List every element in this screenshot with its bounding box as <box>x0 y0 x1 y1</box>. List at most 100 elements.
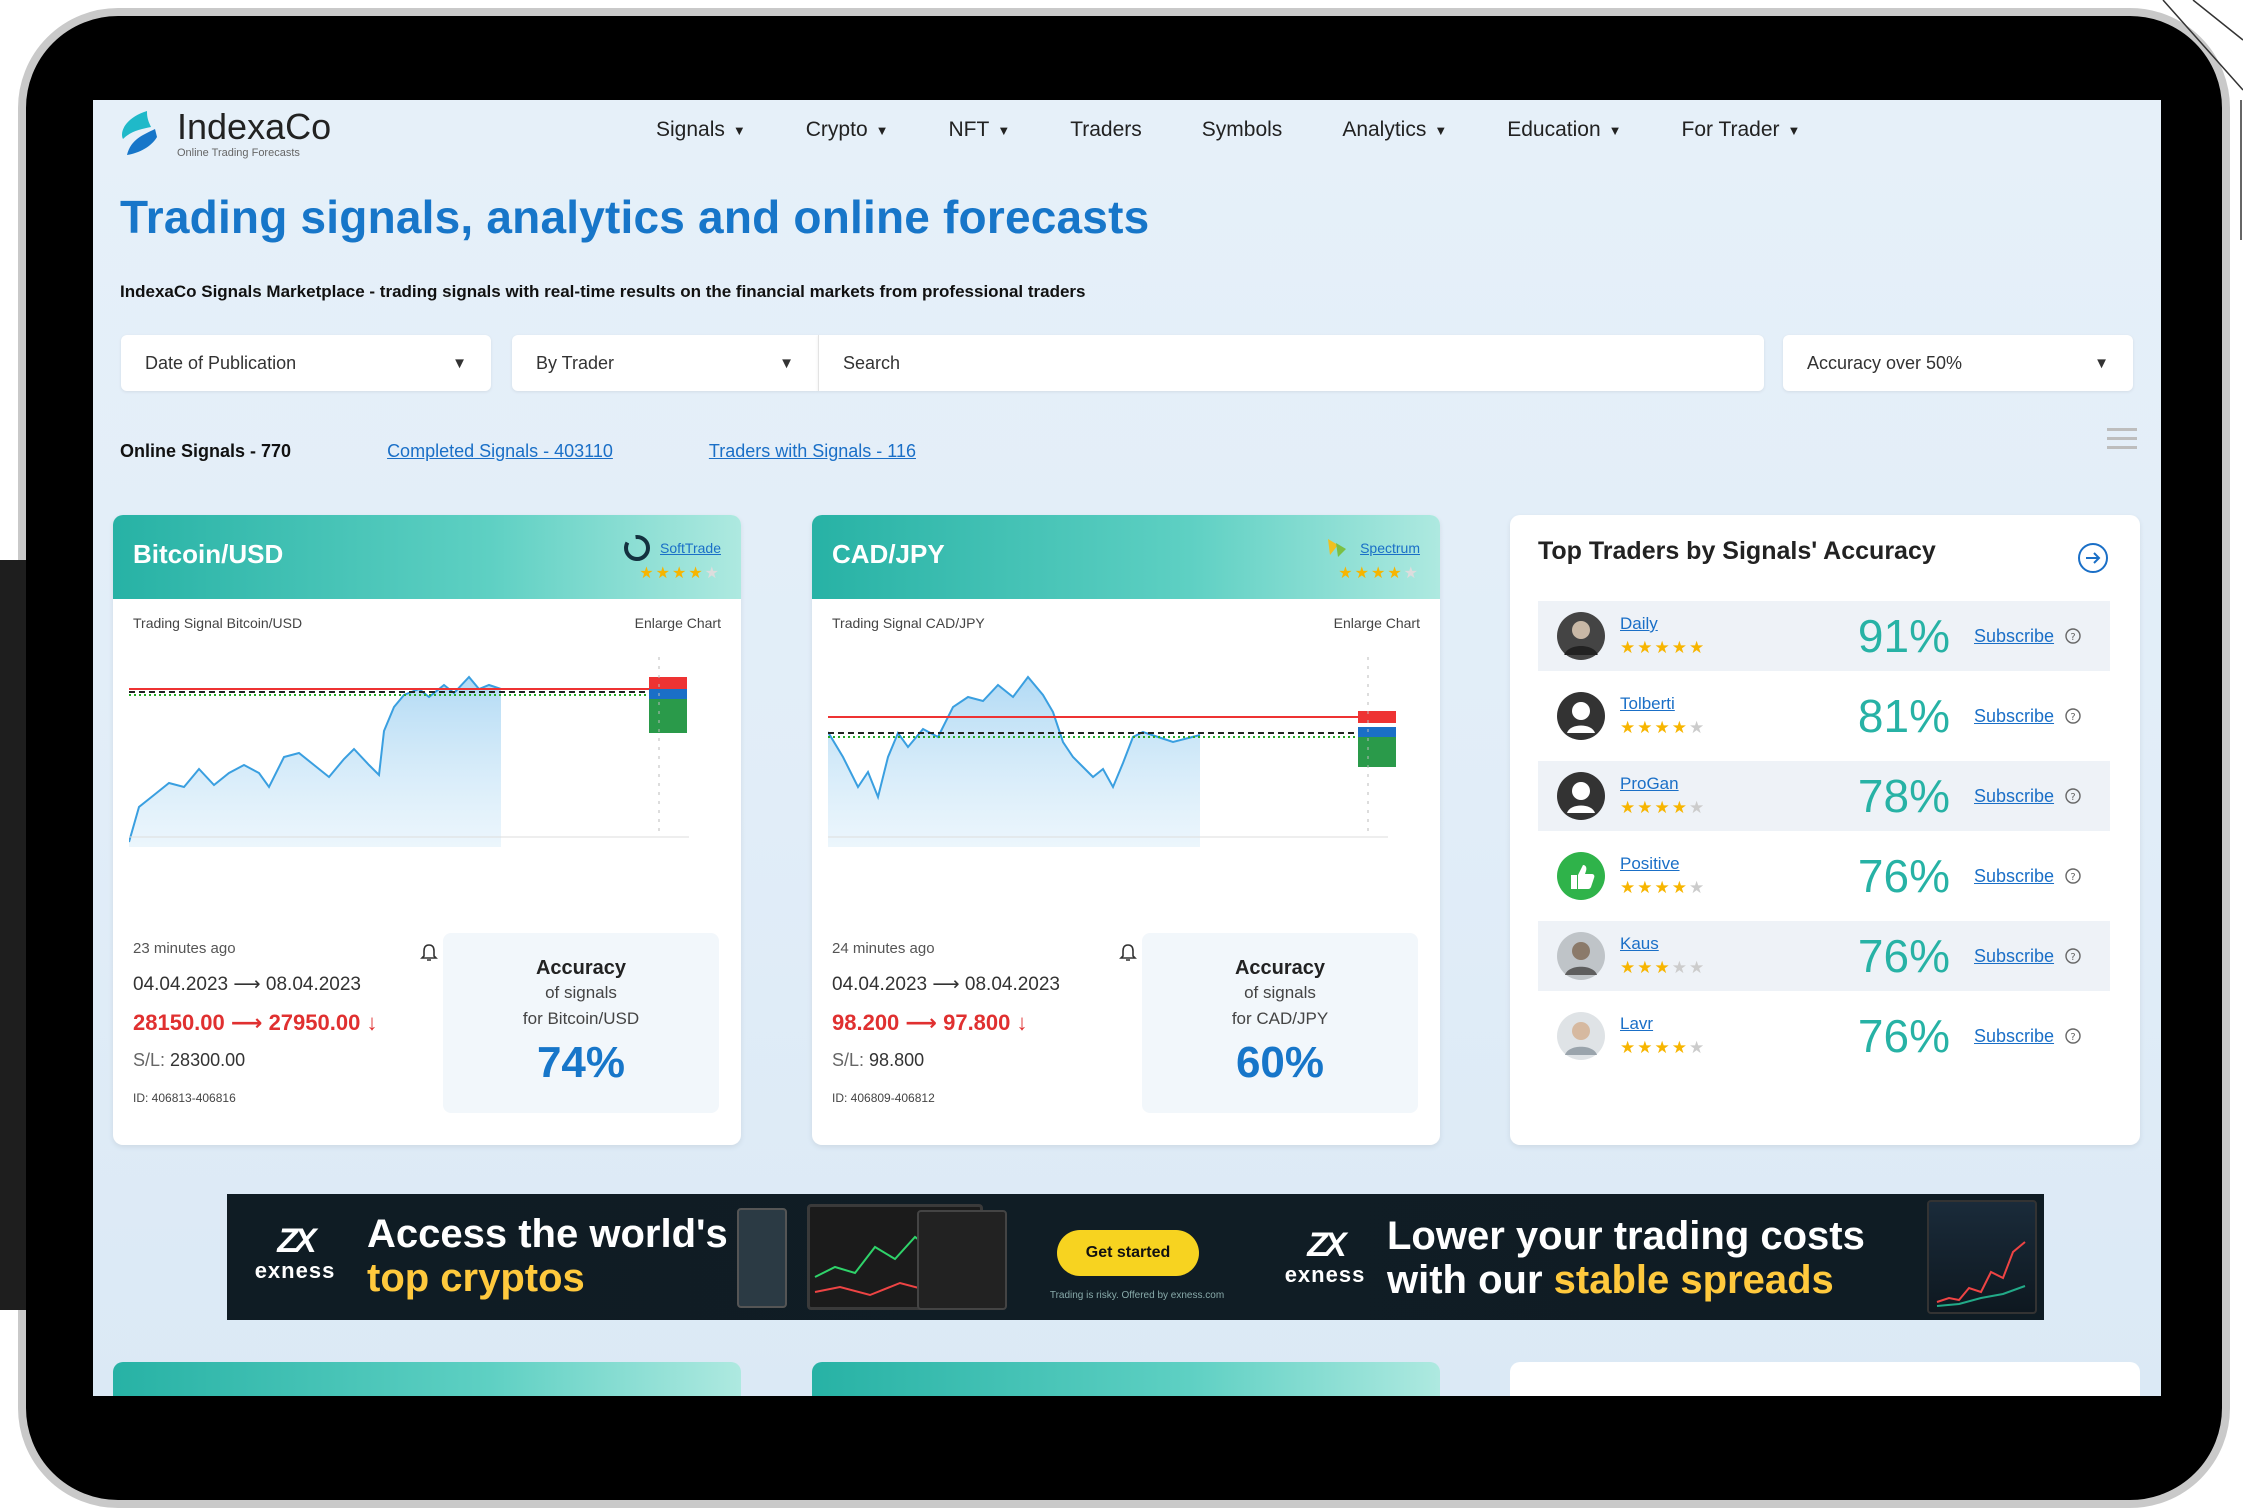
trader-row[interactable]: Daily ★★★★★ 91% Subscribe ? <box>1538 601 2110 671</box>
help-icon[interactable]: ? <box>2064 947 2082 965</box>
trader-accuracy: 76% <box>1857 930 1950 982</box>
trader-row[interactable]: Kaus ★★★★★ 76% Subscribe ? <box>1538 921 2110 991</box>
card-trader: SoftTrade ★★★★★ <box>624 535 721 583</box>
rating-stars: ★★★★★ <box>1620 798 1707 817</box>
sl-price-tag <box>649 677 687 689</box>
price-to: 97.800 <box>943 1010 1011 1035</box>
avatar <box>1557 1012 1605 1060</box>
help-icon[interactable]: ? <box>2064 627 2082 645</box>
trader-row[interactable]: Tolberti ★★★★★ 81% Subscribe ? <box>1538 681 2110 751</box>
nav-crypto[interactable]: Crypto ▼ <box>806 118 889 142</box>
card-trader: Spectrum ★★★★★ <box>1324 535 1420 583</box>
trader-name-link[interactable]: Kaus <box>1620 934 1770 954</box>
help-icon[interactable]: ? <box>2064 1027 2082 1045</box>
nav-label: Traders <box>1070 118 1142 141</box>
rating-stars: ★★★★★ <box>1620 638 1707 657</box>
nav-nft[interactable]: NFT ▼ <box>949 118 1011 142</box>
trader-row[interactable]: ProGan ★★★★★ 78% Subscribe ? <box>1538 761 2110 831</box>
chevron-down-icon: ▼ <box>1608 122 1622 138</box>
trader-name-link[interactable]: ProGan <box>1620 774 1770 794</box>
card-trader-link[interactable]: Spectrum <box>1360 540 1420 556</box>
list-view-icon[interactable] <box>2107 428 2137 454</box>
banner-right-line2-plain: with our <box>1387 1258 1543 1302</box>
card-trader-link[interactable]: SoftTrade <box>660 540 721 556</box>
search-input[interactable]: Search <box>818 335 1764 391</box>
date-filter-select[interactable]: Date of Publication ▼ <box>121 335 491 391</box>
svg-text:?: ? <box>2070 792 2075 803</box>
signal-card-bitcoin-usd[interactable]: Bitcoin/USD SoftTrade ★★★★★ Trading Sign… <box>113 515 741 1145</box>
date-to: 08.04.2023 <box>964 974 1060 995</box>
avatar <box>1557 612 1605 660</box>
date-from: 04.04.2023 <box>133 974 229 995</box>
top-traders-panel: Top Traders by Signals' Accuracy Daily ★★… <box>1510 515 2140 1145</box>
tp-price-tag <box>1358 737 1396 767</box>
default-avatar-icon <box>1557 772 1605 820</box>
chevron-down-icon: ▼ <box>452 354 467 372</box>
chevron-down-icon: ▼ <box>779 354 794 372</box>
arrow-down-icon: ↓ <box>1016 1010 1028 1035</box>
trader-row[interactable]: Lavr ★★★★★ 76% Subscribe ? <box>1538 1001 2110 1071</box>
trader-name-link[interactable]: Lavr <box>1620 1014 1770 1034</box>
trader-name-link[interactable]: Tolberti <box>1620 694 1770 714</box>
trader-filter-select[interactable]: By Trader ▼ <box>512 335 818 391</box>
nav-analytics[interactable]: Analytics ▼ <box>1342 118 1447 142</box>
spectrum-logo-icon <box>1328 539 1347 557</box>
sl-value: 98.800 <box>869 1050 925 1070</box>
card-symbol: Bitcoin/USD <box>133 539 284 569</box>
traders-with-signals-link[interactable]: Traders with Signals - 116 <box>709 441 916 462</box>
exness-ad-banner[interactable]: ZX exness Access the world's top cryptos… <box>227 1194 2044 1320</box>
exness-logo: ZX exness <box>1275 1228 1375 1298</box>
top-traders-title: Top Traders by Signals' Accuracy <box>1538 537 1936 565</box>
subscribe-link[interactable]: Subscribe <box>1974 626 2054 647</box>
tp-price-tag <box>649 699 687 733</box>
softtrade-logo-icon <box>624 535 651 561</box>
nav-signals[interactable]: Signals ▼ <box>656 118 746 142</box>
nav-symbols[interactable]: Symbols <box>1202 118 1283 142</box>
nav-for-trader[interactable]: For Trader ▼ <box>1682 118 1801 142</box>
help-icon[interactable]: ? <box>2064 787 2082 805</box>
arrow-right-circle-icon[interactable] <box>2076 541 2110 575</box>
enlarge-chart-link[interactable]: Enlarge Chart <box>635 615 721 631</box>
arrow-right-icon: ⟶ <box>932 974 960 995</box>
svg-text:?: ? <box>2070 1032 2075 1043</box>
site-logo[interactable]: IndexaCo Online Trading Forecasts <box>117 108 331 160</box>
swoosh-logo-icon <box>122 111 157 155</box>
subscribe-link[interactable]: Subscribe <box>1974 786 2054 807</box>
card-header: Bitcoin/USD SoftTrade ★★★★★ <box>113 515 741 599</box>
help-icon[interactable]: ? <box>2064 867 2082 885</box>
get-started-button[interactable]: Get started <box>1057 1230 1199 1276</box>
svg-text:?: ? <box>2070 872 2075 883</box>
trader-filter-value: By Trader <box>536 352 615 373</box>
subscribe-link[interactable]: Subscribe <box>1974 1026 2054 1047</box>
price-chart[interactable] <box>828 637 1424 847</box>
online-signals-count: Online Signals - 770 <box>120 441 292 461</box>
help-icon[interactable]: ? <box>2064 707 2082 725</box>
risk-disclaimer: Trading is risky. Offered by exness.com <box>1049 1290 1225 1301</box>
trader-name-link[interactable]: Positive <box>1620 854 1770 874</box>
time-ago: 23 minutes ago <box>133 940 236 957</box>
page-title: Trading signals, analytics and online fo… <box>120 191 1150 243</box>
accuracy-box: Accuracy of signals for CAD/JPY 60% <box>1142 933 1418 1113</box>
search-placeholder: Search <box>843 352 901 373</box>
subscribe-link[interactable]: Subscribe <box>1974 866 2054 887</box>
nav-education[interactable]: Education ▼ <box>1507 118 1621 142</box>
subscribe-link[interactable]: Subscribe <box>1974 946 2054 967</box>
nav-traders[interactable]: Traders <box>1070 118 1142 142</box>
completed-signals-link[interactable]: Completed Signals - 403110 <box>387 441 613 462</box>
rating-stars: ★★★★★ <box>1620 718 1707 737</box>
next-panel-peek <box>1510 1362 2140 1396</box>
entry-price-tag <box>1358 727 1396 737</box>
enlarge-chart-link[interactable]: Enlarge Chart <box>1334 615 1420 631</box>
brand-tagline: Online Trading Forecasts <box>177 147 300 159</box>
thumbs-up-avatar-icon <box>1557 852 1605 900</box>
subscribe-link[interactable]: Subscribe <box>1974 706 2054 727</box>
trader-row[interactable]: Positive ★★★★★ 76% Subscribe ? <box>1538 841 2110 911</box>
trader-name-link[interactable]: Daily <box>1620 614 1770 634</box>
banner-right-text: Lower your trading costs with our stable… <box>1387 1214 1865 1302</box>
chevron-down-icon: ▼ <box>997 122 1011 138</box>
trader-accuracy: 76% <box>1857 1010 1950 1062</box>
signal-card-cad-jpy[interactable]: CAD/JPY Spectrum ★★★★★ Trading Signal CA… <box>812 515 1440 1145</box>
sl-value: 28300.00 <box>170 1050 246 1070</box>
accuracy-filter-select[interactable]: Accuracy over 50% ▼ <box>1783 335 2133 391</box>
price-chart[interactable] <box>129 637 725 847</box>
